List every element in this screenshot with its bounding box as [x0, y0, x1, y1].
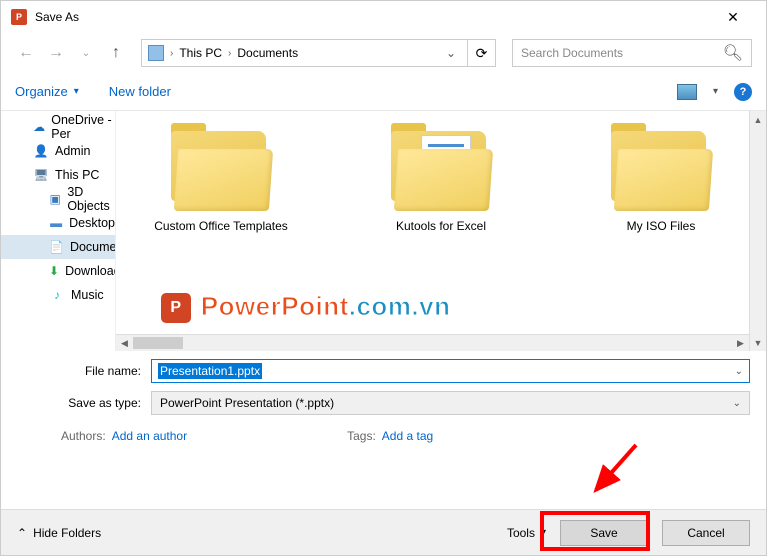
folder-item[interactable]: Kutools for Excel: [366, 131, 516, 235]
folder-item[interactable]: My ISO Files: [586, 131, 736, 235]
breadcrumb-item[interactable]: This PC: [179, 46, 222, 60]
scroll-right-icon[interactable]: ▶: [732, 335, 749, 351]
refresh-button[interactable]: ⟳: [468, 39, 496, 67]
breadcrumb[interactable]: › This PC › Documents ⌄: [141, 39, 468, 67]
tree-item-3dobjects[interactable]: ▣ 3D Objects: [1, 187, 115, 211]
add-tag-link[interactable]: Add a tag: [382, 429, 433, 443]
recent-dropdown[interactable]: ⌄: [75, 42, 97, 64]
tags-label: Tags:: [347, 429, 376, 443]
folder-label: My ISO Files: [586, 219, 736, 235]
search-placeholder: Search Documents: [521, 46, 723, 60]
tree-label: This PC: [55, 168, 99, 182]
dropdown-icon[interactable]: ⌄: [735, 366, 743, 377]
back-button[interactable]: ←: [15, 42, 37, 64]
tree-item-documents[interactable]: 📄 Documents: [1, 235, 115, 259]
download-icon: ⬇: [49, 263, 59, 279]
filename-input[interactable]: Presentation1.pptx ⌄: [151, 359, 750, 383]
tree-item-music[interactable]: ♪ Music: [1, 283, 115, 307]
search-input[interactable]: Search Documents 🔍︎: [512, 39, 752, 67]
window-title: Save As: [35, 10, 79, 24]
vertical-scrollbar[interactable]: ▲ ▼: [749, 111, 766, 351]
chevron-icon: ›: [228, 48, 231, 59]
scroll-up-icon[interactable]: ▲: [750, 111, 766, 128]
dropdown-icon[interactable]: ▾: [74, 86, 79, 97]
powerpoint-icon: P: [161, 293, 191, 323]
3d-icon: ▣: [49, 191, 61, 207]
chevron-icon: ›: [170, 48, 173, 59]
dropdown-icon[interactable]: ⌄: [733, 398, 741, 409]
folder-icon: [171, 131, 271, 211]
cancel-button[interactable]: Cancel: [662, 520, 750, 546]
folder-item[interactable]: Custom Office Templates: [146, 131, 296, 235]
scroll-down-icon[interactable]: ▼: [750, 334, 766, 351]
desktop-icon: ▬: [49, 215, 63, 231]
tree-label: Admin: [55, 144, 90, 158]
tree-item-downloads[interactable]: ⬇ Downloads: [1, 259, 115, 283]
scroll-thumb[interactable]: [133, 337, 183, 349]
folder-icon: [611, 131, 711, 211]
tree-label: Desktop: [69, 216, 115, 230]
view-mode-button[interactable]: [677, 84, 697, 100]
tree-label: 3D Objects: [67, 185, 115, 213]
folder-icon: [391, 131, 491, 211]
authors-label: Authors:: [61, 429, 106, 443]
scroll-left-icon[interactable]: ◀: [116, 335, 133, 351]
tree-item-thispc[interactable]: 🖥 This PC: [1, 163, 115, 187]
search-icon: 🔍︎: [723, 43, 743, 63]
tree-label: Downloads: [65, 264, 116, 278]
hide-folders-button[interactable]: ⌃ Hide Folders: [17, 526, 101, 540]
close-button[interactable]: ✕: [710, 1, 756, 33]
savetype-select[interactable]: PowerPoint Presentation (*.pptx) ⌄: [151, 391, 750, 415]
new-folder-button[interactable]: New folder: [109, 84, 171, 99]
save-form: File name: Presentation1.pptx ⌄ Save as …: [1, 351, 766, 457]
savetype-label: Save as type:: [1, 396, 151, 410]
toolbar: Organize ▾ New folder ▾ ?: [1, 73, 766, 111]
annotation-arrow: [586, 440, 646, 505]
navigation-tree: ☁ OneDrive - Per 👤 Admin 🖥 This PC ▣ 3D …: [1, 111, 116, 351]
user-icon: 👤: [33, 143, 49, 159]
savetype-value: PowerPoint Presentation (*.pptx): [160, 396, 334, 410]
tree-label: OneDrive - Per: [51, 113, 115, 141]
documents-icon: 📄: [49, 239, 64, 255]
folder-label: Kutools for Excel: [366, 219, 516, 235]
horizontal-scrollbar[interactable]: ◀ ▶: [116, 334, 749, 351]
tree-label: Documents: [70, 240, 116, 254]
tree-item-admin[interactable]: 👤 Admin: [1, 139, 115, 163]
add-author-link[interactable]: Add an author: [112, 429, 187, 443]
up-button[interactable]: ↑: [105, 42, 127, 64]
nav-bar: ← → ⌄ ↑ › This PC › Documents ⌄ ⟳ Search…: [1, 33, 766, 73]
filename-value: Presentation1.pptx: [158, 363, 262, 379]
folder-label: Custom Office Templates: [146, 219, 296, 235]
folder-icon: [148, 45, 164, 61]
tree-item-onedrive[interactable]: ☁ OneDrive - Per: [1, 115, 115, 139]
help-button[interactable]: ?: [734, 83, 752, 101]
computer-icon: 🖥: [33, 167, 49, 183]
organize-button[interactable]: Organize: [15, 84, 68, 99]
tree-label: Music: [71, 288, 104, 302]
footer: ⌃ Hide Folders Tools ▾ Save Cancel: [1, 509, 766, 555]
dropdown-icon[interactable]: ▾: [713, 86, 718, 97]
breadcrumb-item[interactable]: Documents: [237, 46, 298, 60]
music-icon: ♪: [49, 287, 65, 303]
chevron-up-icon: ⌃: [17, 526, 27, 540]
breadcrumb-expand[interactable]: ⌄: [441, 46, 461, 60]
cloud-icon: ☁: [33, 119, 45, 135]
forward-button[interactable]: →: [45, 42, 67, 64]
annotation-highlight: [540, 511, 650, 551]
app-icon: P: [11, 9, 27, 25]
tree-item-desktop[interactable]: ▬ Desktop: [1, 211, 115, 235]
filename-label: File name:: [1, 364, 151, 378]
title-bar: P Save As ✕: [1, 1, 766, 33]
watermark: P PowerPoint.com.vn: [161, 291, 451, 323]
